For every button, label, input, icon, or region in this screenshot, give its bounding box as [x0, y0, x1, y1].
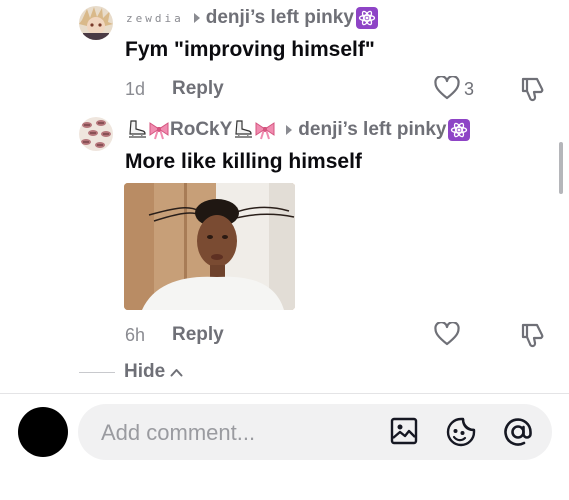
- thumbs-down-icon[interactable]: [519, 76, 545, 102]
- thumbs-down-icon[interactable]: [519, 322, 545, 348]
- comment-username[interactable]: RoCkY: [170, 119, 232, 141]
- ice-skate-icon: [232, 119, 254, 141]
- reply-button[interactable]: Reply: [172, 78, 224, 100]
- heart-outline-icon[interactable]: [434, 322, 460, 346]
- ice-skate-icon: [126, 119, 148, 141]
- chevron-up-icon: [170, 368, 183, 376]
- atom-icon: [355, 7, 378, 29]
- thread-line: [79, 371, 115, 373]
- comment-username[interactable]: zewdia: [126, 12, 184, 25]
- comment-time: 6h: [125, 325, 146, 345]
- ribbon-icon: [254, 119, 276, 141]
- divider: [0, 393, 569, 394]
- reply-arrow-icon: [286, 125, 293, 135]
- comment-username-group[interactable]: RoCkY: [126, 119, 276, 141]
- comment-text: Fym "improving himself": [125, 38, 375, 61]
- reply-button[interactable]: Reply: [172, 324, 224, 346]
- comment-input-placeholder: Add comment...: [101, 420, 256, 445]
- avatar[interactable]: [18, 407, 68, 457]
- heart-outline-icon[interactable]: [434, 76, 460, 100]
- scrollbar[interactable]: [559, 142, 563, 194]
- comment-text: More like killing himself: [125, 150, 362, 173]
- ribbon-icon: [148, 119, 170, 141]
- at-mention-icon[interactable]: [502, 416, 534, 448]
- avatar[interactable]: [79, 117, 113, 151]
- like-count: 3: [464, 79, 475, 99]
- comment-input[interactable]: Add comment...: [78, 404, 552, 460]
- sticker-icon[interactable]: [445, 416, 477, 448]
- reply-arrow-icon: [193, 13, 200, 23]
- hide-replies-button[interactable]: Hide: [79, 361, 183, 383]
- reply-to-username[interactable]: denji’s left pinky: [298, 119, 446, 141]
- hide-label: Hide: [124, 361, 166, 382]
- comment-image[interactable]: [124, 183, 295, 310]
- comment-time: 1d: [125, 79, 146, 99]
- image-icon[interactable]: [389, 416, 419, 446]
- atom-icon: [448, 119, 471, 141]
- reply-to-username[interactable]: denji’s left pinky: [206, 7, 354, 29]
- avatar[interactable]: [79, 6, 113, 40]
